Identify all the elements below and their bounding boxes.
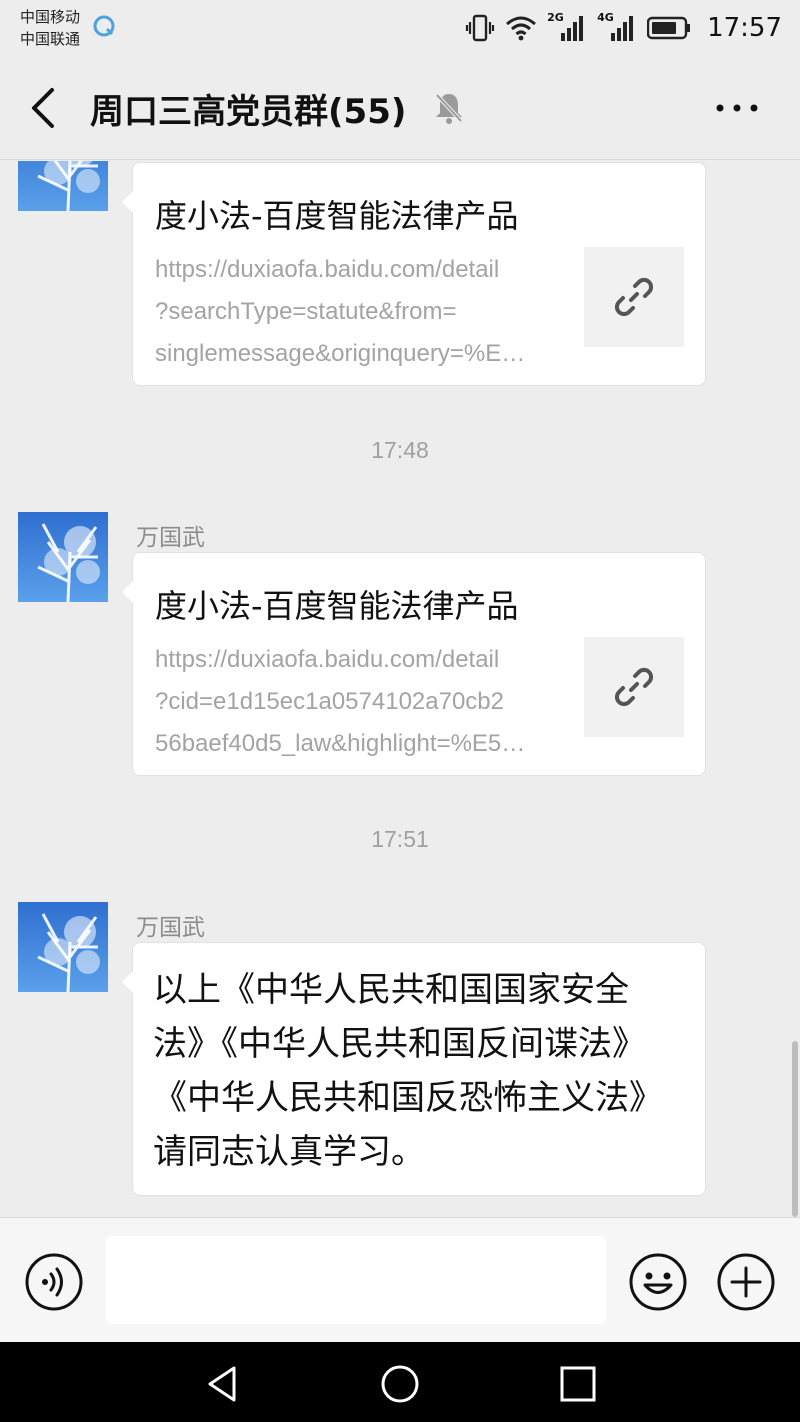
status-icons: 2G 4G 17:57	[465, 8, 782, 48]
link-title: 度小法-百度智能法律产品	[155, 197, 519, 235]
signal-2g: 2G	[547, 11, 587, 43]
battery-icon	[647, 16, 691, 40]
message-line: 请同志认真学习。	[153, 1132, 425, 1172]
chat-messages[interactable]: 度小法-百度智能法律产品 https://duxiaofa.baidu.com/…	[0, 161, 800, 1217]
message-line: 《中华人民共和国反恐怖主义法》	[153, 1078, 663, 1118]
nav-home-icon[interactable]	[378, 1362, 422, 1406]
avatar-image	[18, 161, 108, 211]
link-message-card[interactable]: 度小法-百度智能法律产品 https://duxiaofa.baidu.com/…	[122, 162, 706, 386]
status-bar: 中国移动 中国联通 2G 4G 17:57	[0, 0, 800, 56]
link-url-line: ?cid=e1d15ec1a0574102a70cb2	[155, 688, 504, 715]
avatar-image	[18, 902, 108, 992]
timestamp: 17:48	[371, 437, 429, 463]
nav-back-icon[interactable]	[200, 1362, 244, 1406]
more-dots-icon[interactable]	[712, 88, 762, 128]
link-url-line: 56baef40d5_law&highlight=%E5…	[155, 730, 526, 757]
net-4g-label: 4G	[597, 11, 614, 24]
sender-name: 万国武	[136, 915, 205, 941]
text-message-bubble[interactable]: 以上《中华人民共和国国家安全 法》《中华人民共和国反间谍法》 《中华人民共和国反…	[122, 942, 706, 1196]
scrollbar[interactable]	[792, 1041, 798, 1217]
chat-header: 周口三高党员群(55)	[0, 56, 800, 160]
link-thumbnail	[584, 247, 684, 347]
message-text: 以上《中华人民共和国国家安全 法》《中华人民共和国反间谍法》 《中华人民共和国反…	[153, 963, 693, 1179]
vibrate-icon	[465, 14, 495, 42]
mute-bell-icon	[434, 92, 464, 124]
back-arrow-icon[interactable]	[22, 82, 66, 134]
carrier-2: 中国联通	[20, 30, 81, 48]
avatar[interactable]	[18, 161, 108, 211]
avatar[interactable]	[18, 512, 108, 602]
emoji-icon[interactable]	[628, 1252, 688, 1312]
link-url-line: singlemessage&originquery=%E…	[155, 340, 526, 367]
timestamp: 17:51	[371, 826, 429, 852]
chat-title: 周口三高党员群(55)	[90, 92, 407, 132]
avatar[interactable]	[18, 902, 108, 992]
link-thumbnail	[584, 637, 684, 737]
system-nav-bar	[0, 1342, 800, 1422]
hd-call-icon	[93, 15, 115, 37]
net-2g-label: 2G	[547, 11, 564, 24]
input-bar	[0, 1217, 800, 1342]
avatar-image	[18, 512, 108, 602]
link-url-line: ?searchType=statute&from=	[155, 298, 457, 325]
link-icon	[614, 277, 654, 317]
sender-name: 万国武	[136, 525, 205, 551]
voice-icon[interactable]	[24, 1252, 84, 1312]
clock: 17:57	[707, 13, 782, 43]
carrier-labels: 中国移动 中国联通	[20, 6, 80, 50]
nav-recents-icon[interactable]	[556, 1362, 600, 1406]
link-url: https://duxiaofa.baidu.com/detail ?searc…	[155, 249, 565, 375]
link-icon	[614, 667, 654, 707]
signal-4g: 4G	[597, 11, 637, 43]
message-line: 以上《中华人民共和国国家安全	[153, 970, 629, 1010]
link-message-card[interactable]: 度小法-百度智能法律产品 https://duxiaofa.baidu.com/…	[122, 552, 706, 776]
message-input[interactable]	[106, 1236, 606, 1324]
carrier-1: 中国移动	[20, 8, 81, 26]
wifi-icon	[506, 16, 537, 41]
plus-icon[interactable]	[716, 1252, 776, 1312]
link-url-line: https://duxiaofa.baidu.com/detail	[155, 256, 500, 283]
link-url: https://duxiaofa.baidu.com/detail ?cid=e…	[155, 639, 565, 765]
link-url-line: https://duxiaofa.baidu.com/detail	[155, 646, 500, 673]
link-title: 度小法-百度智能法律产品	[155, 587, 519, 625]
message-line: 法》《中华人民共和国反间谍法》	[153, 1024, 646, 1064]
